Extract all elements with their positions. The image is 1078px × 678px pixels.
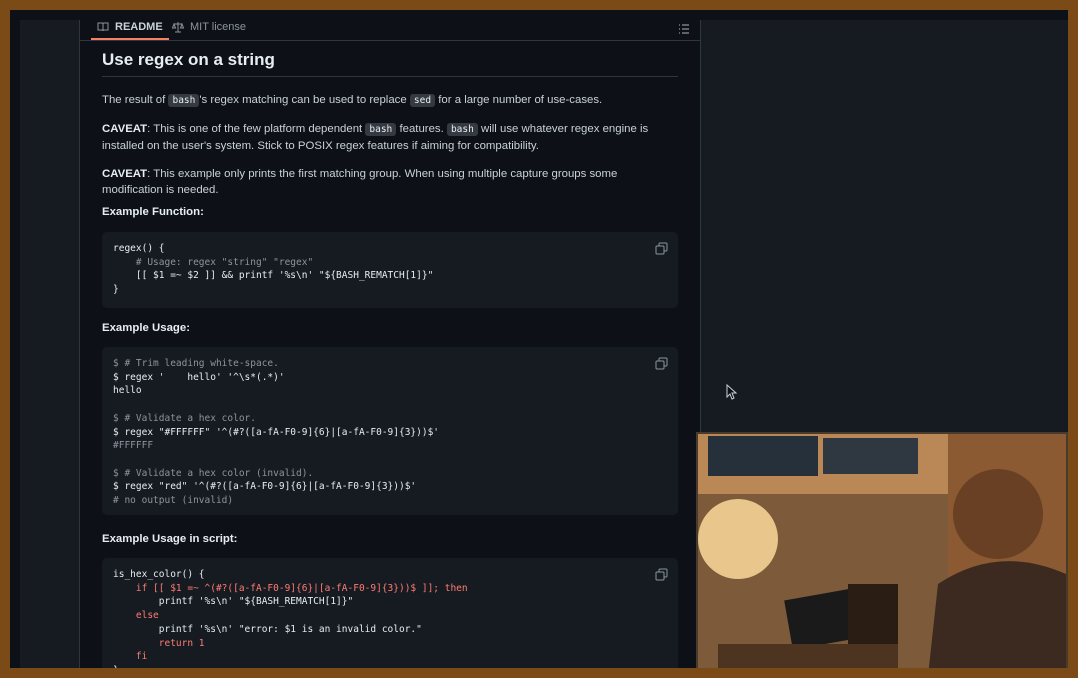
code-block-usage: $ # Trim leading white-space. $ regex ' … [102,347,678,515]
code-line: # no output (invalid) [113,495,234,507]
scale-icon [172,22,184,33]
mouse-pointer-icon [726,384,738,400]
code-block-function: regex() { # Usage: regex "string" "regex… [102,232,678,308]
code-line: regex() { [113,243,165,254]
code-line: $ regex "#FFFFFF" '^(#?([a-fA-F0-9]{6}|[… [113,426,440,438]
code-script: is_hex_color() { if [[ $1 =~ ^(#?([a-fA-… [113,568,667,676]
intro-paragraph: The result of bash's regex matching can … [102,92,678,109]
copy-icon[interactable] [655,568,668,581]
code-block-script: is_hex_color() { if [[ $1 =~ ^(#?([a-fA-… [102,558,678,676]
copy-icon[interactable] [655,242,668,255]
code-line: is_hex_color() { [113,569,205,580]
code-line: printf '%s\n' "${BASH_REMATCH[1]}" [113,596,354,608]
code-line: printf '%s\n' "error: $1 is an invalid c… [113,623,422,635]
caveat-text: : This example only prints the first mat… [102,168,618,196]
code-line: return 1 [113,637,205,649]
tab-readme-label: README [115,21,163,33]
book-icon [97,22,109,32]
heading-example-usage: Example Usage: [102,322,190,334]
code-line: hello [113,385,142,397]
webcam-feed-image [698,434,1066,668]
code-line: $ # Validate a hex color (invalid). [113,467,314,479]
code-line: } [113,664,119,676]
readme-panel: README MIT license Use regex on a string… [79,20,701,668]
intro-text-3: for a large number of use-cases. [438,94,603,106]
inline-code: sed [409,94,436,107]
code-usage: $ # Trim leading white-space. $ regex ' … [113,357,667,508]
intro-text-1: The result of [102,94,166,106]
tab-readme[interactable]: README [91,20,169,40]
caveat-text: : This is one of the few platform depend… [147,123,363,135]
code-line: #FFFFFF [113,440,154,452]
code-line: $ regex ' hello' '^\s*(.*)' [113,371,285,383]
caveat-label: CAVEAT [102,168,148,180]
video-frame: README MIT license Use regex on a string… [0,0,1078,678]
tab-license-label: MIT license [190,21,247,33]
code-line: else [113,610,159,622]
tab-license[interactable]: MIT license [172,20,246,38]
code-line: if [[ $1 =~ ^(#?([a-fA-F0-9]{6}|[a-fA-F0… [113,582,468,594]
readme-content: Use regex on a string The result of bash… [102,50,678,668]
tab-bar: README MIT license [80,20,700,41]
code-line: $ # Validate a hex color. [113,412,256,424]
code-line: # Usage: regex "string" "regex" [113,256,314,268]
inline-code: bash [365,123,397,136]
caveat-paragraph-2: CAVEAT: This example only prints the fir… [102,166,678,198]
code-line: $ # Trim leading white-space. [113,358,279,369]
list-icon[interactable] [678,23,690,35]
caveat-label: CAVEAT [102,123,148,135]
code-line: $ regex "red" '^(#?([a-fA-F0-9]{6}|[a-fA… [113,481,417,493]
copy-icon[interactable] [655,357,668,370]
intro-text-2: 's regex matching can be used to replace [199,94,407,106]
caveat-paragraph-1: CAVEAT: This is one of the few platform … [102,121,678,154]
section-title: Use regex on a string [102,50,678,77]
inline-code: bash [168,94,200,107]
heading-example-usage-script: Example Usage in script: [102,533,238,545]
code-line: } [113,284,119,296]
inline-code: bash [446,123,478,136]
code-line: fi [113,651,148,663]
screen-area: README MIT license Use regex on a string… [20,20,1068,678]
webcam-overlay [696,432,1068,668]
recording-indicator [340,672,354,678]
caveat-text: features. [399,123,444,135]
heading-example-function: Example Function: [102,206,204,218]
code-function: regex() { # Usage: regex "string" "regex… [113,242,667,297]
code-line: [[ $1 =~ $2 ]] && printf '%s\n' "${BASH_… [113,270,434,282]
